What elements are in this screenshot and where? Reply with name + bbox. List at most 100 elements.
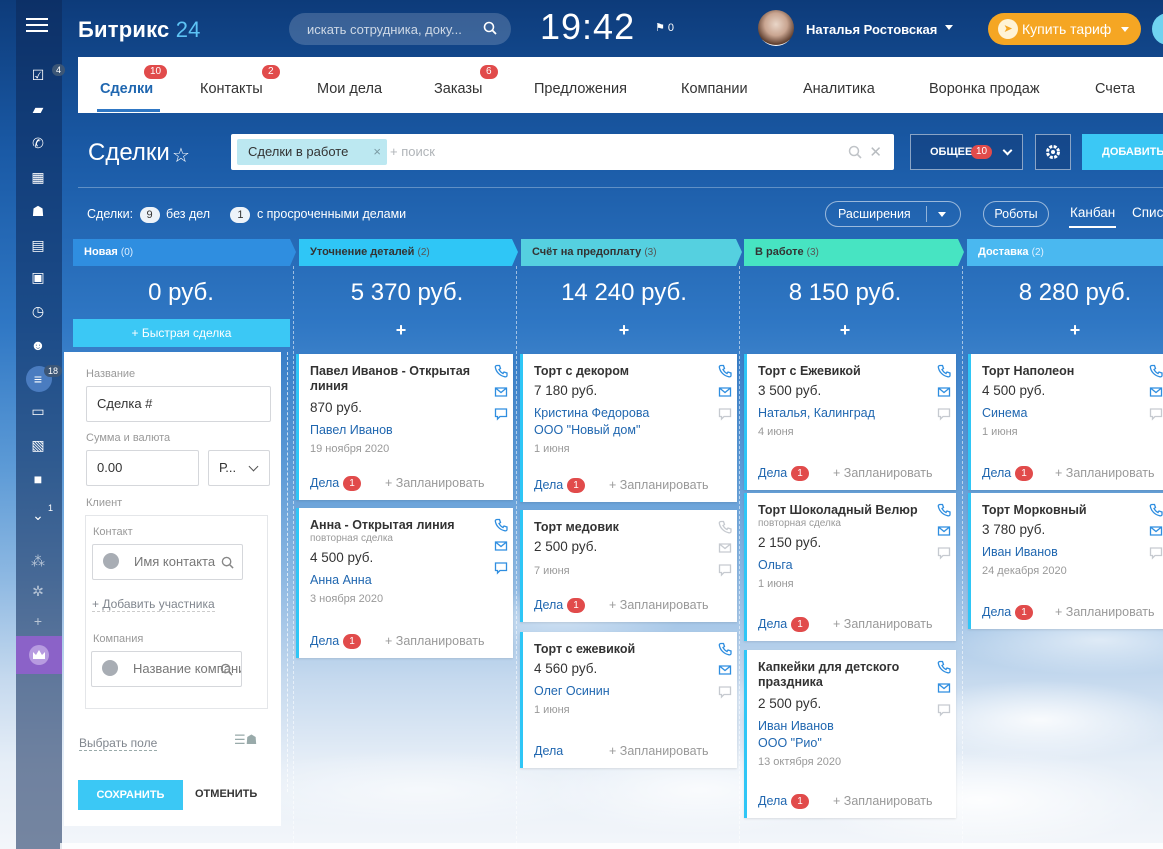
deal-title[interactable]: Торт с ежевикой	[534, 642, 702, 657]
mail-icon[interactable]	[937, 681, 951, 695]
settings-icon[interactable]: ✲	[29, 582, 47, 600]
client-link[interactable]: Ольга	[758, 558, 793, 572]
add-deal-icon[interactable]: +	[967, 320, 1163, 341]
schedule-link[interactable]: + Запланировать	[385, 634, 485, 648]
horizontal-scrollbar[interactable]	[60, 843, 1163, 849]
deal-title[interactable]: Торт Морковный	[982, 503, 1150, 518]
chat-icon[interactable]	[937, 407, 951, 421]
deal-title[interactable]: Павел Иванов - Открытая линия	[310, 364, 478, 394]
stage-header-new[interactable]: Новая (0)	[73, 239, 133, 266]
add-participant-link[interactable]: + Добавить участника	[92, 597, 215, 612]
add-deal-icon[interactable]: +	[293, 320, 509, 341]
tasks-link[interactable]: Дела	[534, 744, 563, 758]
add-icon[interactable]: +	[29, 612, 47, 630]
phone-icon[interactable]	[718, 364, 732, 378]
clock-icon[interactable]: ◷	[29, 302, 47, 320]
deal-card[interactable]: Торт с ежевикой 4 560 руб. Олег Осинин 1 ию…	[520, 632, 737, 768]
phone-icon[interactable]	[1149, 364, 1163, 378]
schedule-link[interactable]: + Запланировать	[1055, 466, 1155, 480]
client-link[interactable]: Иван Иванов	[758, 719, 834, 733]
schedule-link[interactable]: + Запланировать	[833, 794, 933, 808]
tasks-link[interactable]: Дела 1	[758, 617, 809, 632]
schedule-link[interactable]: + Запланировать	[609, 478, 709, 492]
deal-card[interactable]: Торт медовик 2 500 руб. 7 июня Дела 1 + Запла…	[520, 510, 737, 622]
client-link[interactable]: Иван Иванов	[982, 545, 1058, 559]
client-link[interactable]: Кристина Федорова	[534, 406, 649, 420]
deal-card[interactable]: Торт Шоколадный Велюр повторная сделка 2 1…	[744, 493, 956, 641]
schedule-link[interactable]: + Запланировать	[609, 598, 709, 612]
structure-icon[interactable]: ⁂	[29, 552, 47, 570]
contact-card-icon[interactable]: ▧	[29, 436, 47, 454]
deal-card[interactable]: Павел Иванов - Открытая линия 870 руб. Пав…	[296, 354, 513, 500]
phone-icon[interactable]	[718, 520, 732, 534]
save-button[interactable]: СОХРАНИТЬ	[78, 780, 183, 810]
mail-icon[interactable]	[718, 663, 732, 677]
phone-icon[interactable]	[494, 364, 508, 378]
phone-icon[interactable]	[937, 660, 951, 674]
calendar-icon[interactable]: ▣	[29, 268, 47, 286]
stage-header-delivery[interactable]: Доставка (2)	[967, 239, 1044, 266]
company-field[interactable]: Название компании	[91, 651, 242, 687]
deal-card[interactable]: Торт с декором 7 180 руб. Кристина Федоров…	[520, 354, 737, 502]
client-link[interactable]: ООО "Новый дом"	[534, 423, 640, 437]
mail-icon[interactable]	[937, 524, 951, 538]
tasks-link[interactable]: Дела 1	[310, 634, 361, 649]
tasks-link[interactable]: Дела 1	[758, 794, 809, 809]
tasks-link[interactable]: Дела 1	[982, 605, 1033, 620]
deal-card[interactable]: Торт Наполеон 4 500 руб. Синема 1 июня Дела 1…	[968, 354, 1163, 490]
add-deal-icon[interactable]: +	[737, 320, 953, 341]
deal-title[interactable]: Торт медовик	[534, 520, 702, 535]
field-settings-icon[interactable]: ☰☗	[234, 732, 257, 748]
schedule-link[interactable]: + Запланировать	[1055, 605, 1155, 619]
sum-field[interactable]: 0.00	[86, 450, 199, 486]
deal-title[interactable]: Торт Шоколадный Велюр	[758, 503, 926, 518]
deal-card[interactable]: Анна - Открытая линия повторная сделка 4 5…	[296, 508, 513, 658]
phone-icon[interactable]	[494, 518, 508, 532]
client-link[interactable]: Павел Иванов	[310, 423, 393, 437]
tasks-link[interactable]: Дела 1	[758, 466, 809, 481]
video-icon[interactable]: ■	[29, 470, 47, 488]
tasks-link[interactable]: Дела 1	[534, 478, 585, 493]
schedule-link[interactable]: + Запланировать	[833, 617, 933, 631]
deal-title[interactable]: Торт с Ежевикой	[758, 364, 926, 379]
deal-card[interactable]: Капкейки для детского праздника 2 500 руб…	[744, 650, 956, 818]
schedule-link[interactable]: + Запланировать	[385, 476, 485, 490]
mail-icon[interactable]	[494, 539, 508, 553]
mail-icon[interactable]	[1149, 524, 1163, 538]
stage-header-details[interactable]: Уточнение деталей (2)	[299, 239, 430, 266]
cancel-button[interactable]: ОТМЕНИТЬ	[195, 788, 257, 800]
deal-card[interactable]: Торт с Ежевикой 3 500 руб. Наталья, Калинг…	[744, 354, 956, 490]
chat-icon[interactable]	[494, 561, 508, 575]
contact-field[interactable]: Имя контакта	[92, 544, 243, 580]
currency-select[interactable]: Р...	[208, 450, 270, 486]
phone-icon[interactable]	[718, 642, 732, 656]
stage-header-work[interactable]: В работе (3)	[744, 239, 819, 266]
window-icon[interactable]: ▭	[29, 402, 47, 420]
phone-icon[interactable]	[937, 364, 951, 378]
client-link[interactable]: Наталья, Калинград	[758, 406, 875, 420]
schedule-link[interactable]: + Запланировать	[609, 744, 709, 758]
mail-icon[interactable]	[718, 385, 732, 399]
add-deal-icon[interactable]: +	[516, 320, 732, 341]
pick-field-link[interactable]: Выбрать поле	[79, 736, 158, 751]
tasks-link[interactable]: Дела 1	[310, 476, 361, 491]
mail-icon[interactable]	[1149, 385, 1163, 399]
phone-icon[interactable]	[937, 503, 951, 517]
deal-title[interactable]: Анна - Открытая линия	[310, 518, 478, 533]
chat-icon[interactable]	[1149, 546, 1163, 560]
mail-icon[interactable]	[494, 385, 508, 399]
client-link[interactable]: Синема	[982, 406, 1027, 420]
crown-icon[interactable]	[16, 636, 62, 674]
chat-icon[interactable]	[718, 407, 732, 421]
chat-icon[interactable]	[718, 563, 732, 577]
form-scrollbar[interactable]	[287, 352, 289, 792]
mail-icon[interactable]	[937, 385, 951, 399]
client-link[interactable]: Олег Осинин	[534, 684, 610, 698]
robot-icon[interactable]: ☻	[29, 336, 47, 354]
phone-icon[interactable]	[1149, 503, 1163, 517]
tasks-link[interactable]: Дела 1	[982, 466, 1033, 481]
deal-title[interactable]: Торт с декором	[534, 364, 702, 379]
chat-icon[interactable]	[937, 703, 951, 717]
deal-title[interactable]: Капкейки для детского праздника	[758, 660, 926, 690]
chat-icon[interactable]	[718, 685, 732, 699]
